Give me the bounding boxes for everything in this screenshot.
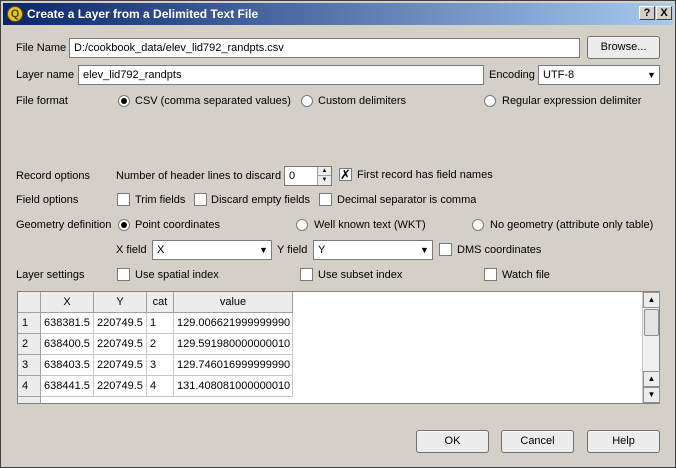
wkt-label[interactable]: Well known text (WKT) (314, 219, 426, 231)
discard-empty-checkbox[interactable] (194, 193, 207, 206)
file-name-input[interactable]: D:/cookbook_data/elev_lid792_randpts.csv (69, 38, 580, 58)
y-field-label: Y field (277, 244, 308, 256)
trim-fields-checkbox[interactable] (117, 193, 130, 206)
point-coordinates-radio[interactable] (118, 219, 130, 231)
table-cell[interactable]: 1 (147, 313, 174, 334)
table-corner[interactable] (18, 292, 41, 313)
table-cell[interactable]: 638441.5 (41, 376, 94, 397)
layer-name-input[interactable]: elev_lid792_randpts (78, 65, 484, 85)
table-cell[interactable]: 3 (147, 355, 174, 376)
geometry-definition-label: Geometry definition (16, 219, 112, 231)
context-help-button[interactable]: ? (639, 6, 655, 20)
row-header[interactable]: 3 (18, 355, 41, 376)
decimal-comma-label[interactable]: Decimal separator is comma (337, 194, 476, 206)
header-lines-stepper[interactable]: 0 ▲ ▼ (284, 166, 332, 186)
encoding-label: Encoding (489, 69, 535, 81)
x-field-select[interactable]: X ▼ (152, 240, 272, 260)
file-format-label: File format (16, 95, 68, 107)
no-geometry-radio[interactable] (472, 219, 484, 231)
table-cell[interactable]: 220749.5 (94, 334, 147, 355)
table-cell[interactable]: 129.591980000000010 (174, 334, 293, 355)
scroll-up-icon[interactable]: ▲ (643, 292, 660, 308)
qgis-logo-icon: Q (7, 6, 23, 22)
window-title: Create a Layer from a Delimited Text Fil… (27, 7, 259, 21)
table-cell[interactable]: 4 (147, 376, 174, 397)
trim-fields-label[interactable]: Trim fields (135, 194, 185, 206)
cancel-button[interactable]: Cancel (501, 430, 574, 453)
scroll-down-icon[interactable]: ▼ (643, 387, 660, 403)
dms-coordinates-label[interactable]: DMS coordinates (457, 244, 541, 256)
encoding-value: UTF-8 (543, 69, 575, 81)
layer-settings-label: Layer settings (16, 269, 85, 281)
no-geometry-label[interactable]: No geometry (attribute only table) (490, 219, 653, 231)
first-record-checkbox[interactable]: ✗ (339, 168, 352, 181)
first-record-label[interactable]: First record has field names (357, 169, 493, 181)
regex-delimiter-radio[interactable] (484, 95, 496, 107)
point-coordinates-label[interactable]: Point coordinates (135, 219, 220, 231)
scroll-up-icon[interactable]: ▲ (643, 371, 660, 387)
scroll-thumb[interactable] (644, 309, 659, 336)
table-vertical-scrollbar[interactable]: ▲ ▲ ▼ (642, 292, 660, 403)
csv-radio-label[interactable]: CSV (comma separated values) (135, 95, 291, 107)
x-field-value: X (157, 244, 165, 256)
decimal-comma-checkbox[interactable] (319, 193, 332, 206)
table-cell[interactable]: 638403.5 (41, 355, 94, 376)
subset-index-label[interactable]: Use subset index (318, 269, 402, 281)
table-cell[interactable]: 2 (147, 334, 174, 355)
x-field-label: X field (116, 244, 147, 256)
browse-button[interactable]: Browse... (587, 36, 660, 59)
spatial-index-checkbox[interactable] (117, 268, 130, 281)
subset-index-checkbox[interactable] (300, 268, 313, 281)
discard-empty-label[interactable]: Discard empty fields (211, 194, 310, 206)
table-cell[interactable]: 638400.5 (41, 334, 94, 355)
table-cell[interactable]: 220749.5 (94, 376, 147, 397)
y-field-value: Y (318, 244, 326, 256)
row-header[interactable] (18, 397, 41, 403)
y-field-select[interactable]: Y ▼ (313, 240, 433, 260)
header-lines-label: Number of header lines to discard (116, 170, 282, 182)
header-lines-value: 0 (289, 170, 296, 182)
encoding-select[interactable]: UTF-8 ▼ (538, 65, 660, 85)
row-header[interactable]: 4 (18, 376, 41, 397)
layer-name-label: Layer name (16, 69, 75, 81)
record-options-label: Record options (16, 170, 90, 182)
dialog-window: Q Create a Layer from a Delimited Text F… (0, 0, 676, 468)
file-name-label: File Name (16, 42, 67, 54)
csv-radio[interactable] (118, 95, 130, 107)
sample-data-table[interactable]: X Y cat value 1 638381.5 220749.5 1 129.… (17, 291, 660, 404)
column-header-x[interactable]: X (41, 292, 94, 313)
ok-button[interactable]: OK (416, 430, 489, 453)
custom-delimiters-label[interactable]: Custom delimiters (318, 95, 406, 107)
table-cell[interactable]: 638381.5 (41, 313, 94, 334)
close-button[interactable]: X (656, 6, 672, 20)
spin-up-icon[interactable]: ▲ (317, 167, 331, 176)
row-header[interactable]: 2 (18, 334, 41, 355)
table-cell[interactable]: 220749.5 (94, 313, 147, 334)
table-cell[interactable]: 129.006621999999990 (174, 313, 293, 334)
field-options-label: Field options (16, 194, 79, 206)
chevron-down-icon: ▼ (259, 245, 268, 255)
watch-file-label[interactable]: Watch file (502, 269, 550, 281)
spatial-index-label[interactable]: Use spatial index (135, 269, 219, 281)
regex-delimiter-label[interactable]: Regular expression delimiter (502, 95, 641, 107)
table-cell[interactable]: 129.746016999999990 (174, 355, 293, 376)
title-bar[interactable]: Q Create a Layer from a Delimited Text F… (3, 3, 673, 25)
chevron-down-icon: ▼ (420, 245, 429, 255)
table-cell[interactable]: 220749.5 (94, 355, 147, 376)
wkt-radio[interactable] (296, 219, 308, 231)
spin-down-icon[interactable]: ▼ (317, 176, 331, 185)
column-header-y[interactable]: Y (94, 292, 147, 313)
help-button[interactable]: Help (587, 430, 660, 453)
chevron-down-icon: ▼ (647, 70, 656, 80)
column-header-value[interactable]: value (174, 292, 293, 313)
column-header-cat[interactable]: cat (147, 292, 174, 313)
table-cell[interactable]: 131.408081000000010 (174, 376, 293, 397)
dms-coordinates-checkbox[interactable] (439, 243, 452, 256)
watch-file-checkbox[interactable] (484, 268, 497, 281)
row-header[interactable]: 1 (18, 313, 41, 334)
custom-delimiters-radio[interactable] (301, 95, 313, 107)
